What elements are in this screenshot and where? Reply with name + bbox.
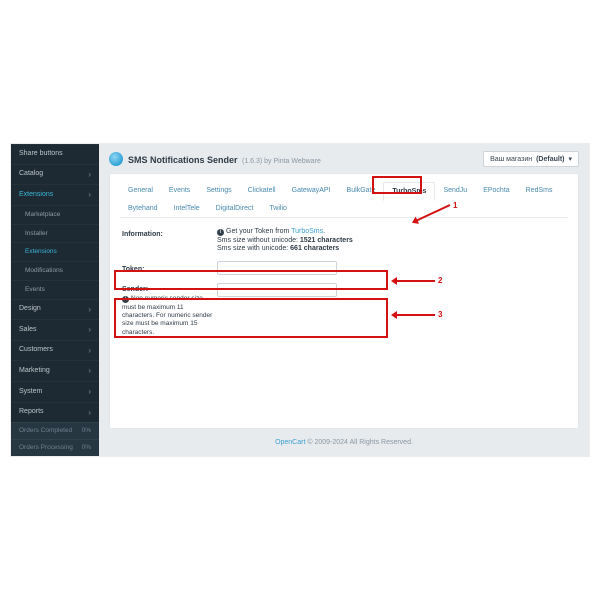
sidebar-sub-extensions[interactable]: Extensions [11,242,99,261]
arrow-2 [393,280,435,282]
tab-clickatell[interactable]: Clickatell [240,182,284,200]
token-input[interactable] [217,261,337,275]
module-logo-icon [109,152,123,166]
row-information: Information: iGet your Token from TurboS… [122,228,566,253]
tab-epochta[interactable]: EPochta [475,182,517,200]
tab-sendju[interactable]: SendJu [435,182,475,200]
page-title: SMS Notifications Sender [128,155,238,165]
sidebar-item-customers[interactable]: Customers› [11,340,99,361]
link-turbosms[interactable]: TurboSms [291,228,323,235]
chevron-right-icon: › [88,305,91,315]
marker-3: 3 [438,310,442,319]
tabs: General Events Settings Clickatell Gatew… [120,182,568,218]
tab-gatewayapi[interactable]: GatewayAPI [284,182,339,200]
tab-twilio[interactable]: Twilio [261,200,295,217]
sender-input[interactable] [217,283,337,297]
sidebar-stat-orders-processing: Orders Processing0% [11,439,99,456]
sidebar-item-catalog[interactable]: Catalog› [11,164,99,185]
sidebar-stat-orders-completed: Orders Completed0% [11,422,99,439]
sidebar-item-extensions[interactable]: Extensions› [11,184,99,205]
sidebar-item-design[interactable]: Design› [11,299,99,320]
tab-bytehand[interactable]: Bytehand [120,200,166,217]
marker-1: 1 [453,201,457,210]
label-token: Token: [122,263,217,273]
row-token: Token: [122,261,566,275]
tab-general[interactable]: General [120,182,161,200]
link-opencart[interactable]: OpenCart [275,439,305,446]
chevron-right-icon: › [88,170,91,180]
marker-2: 2 [438,276,442,285]
tab-events[interactable]: Events [161,182,198,200]
sidebar: Share buttons Catalog› Extensions› Marke… [11,144,99,456]
store-selector[interactable]: Ваш магазин (Default) ▾ [483,151,579,167]
sidebar-item-sales[interactable]: Sales› [11,319,99,340]
page-footer: OpenCart © 2009-2024 All Rights Reserved… [109,439,579,446]
sidebar-item-reports[interactable]: Reports› [11,402,99,423]
info-icon: i [122,296,129,303]
hint-sender: Non numeric sender size must be maximum … [122,295,212,336]
chevron-right-icon: › [88,190,91,200]
info-icon: i [217,229,224,236]
chevron-right-icon: › [88,387,91,397]
chevron-right-icon: › [88,366,91,376]
sidebar-item-share-buttons[interactable]: Share buttons [11,144,99,163]
tab-bulkgate[interactable]: BulkGate [339,182,384,200]
label-information: Information: [122,228,217,238]
page-subtitle: (1.6.3) by Pinta Webware [242,158,321,165]
page-header: SMS Notifications Sender (1.6.3) by Pint… [109,150,579,168]
sidebar-sub-events[interactable]: Events [11,280,99,299]
row-sender: Sender: iNon numeric sender size must be… [122,283,566,337]
chevron-right-icon: › [88,325,91,335]
sidebar-sub-modifications[interactable]: Modifications [11,261,99,280]
label-sender: Sender: [122,286,217,293]
sidebar-item-system[interactable]: System› [11,381,99,402]
sidebar-item-marketing[interactable]: Marketing› [11,360,99,381]
chevron-right-icon: › [88,408,91,418]
sidebar-sub-installer[interactable]: Installer [11,224,99,243]
tab-redsms[interactable]: RedSms [518,182,561,200]
arrow-3 [393,314,435,316]
tab-digitaldirect[interactable]: DigitalDirect [208,200,262,217]
tab-settings[interactable]: Settings [198,182,239,200]
main-content: SMS Notifications Sender (1.6.3) by Pint… [99,144,589,456]
sidebar-sub-marketplace[interactable]: Marketplace [11,205,99,224]
tab-turbosms[interactable]: TurboSms [383,182,435,201]
chevron-right-icon: › [88,346,91,356]
settings-panel: General Events Settings Clickatell Gatew… [109,173,579,429]
chevron-down-icon: ▾ [568,155,572,163]
tab-inteltele[interactable]: IntelTele [166,200,208,217]
